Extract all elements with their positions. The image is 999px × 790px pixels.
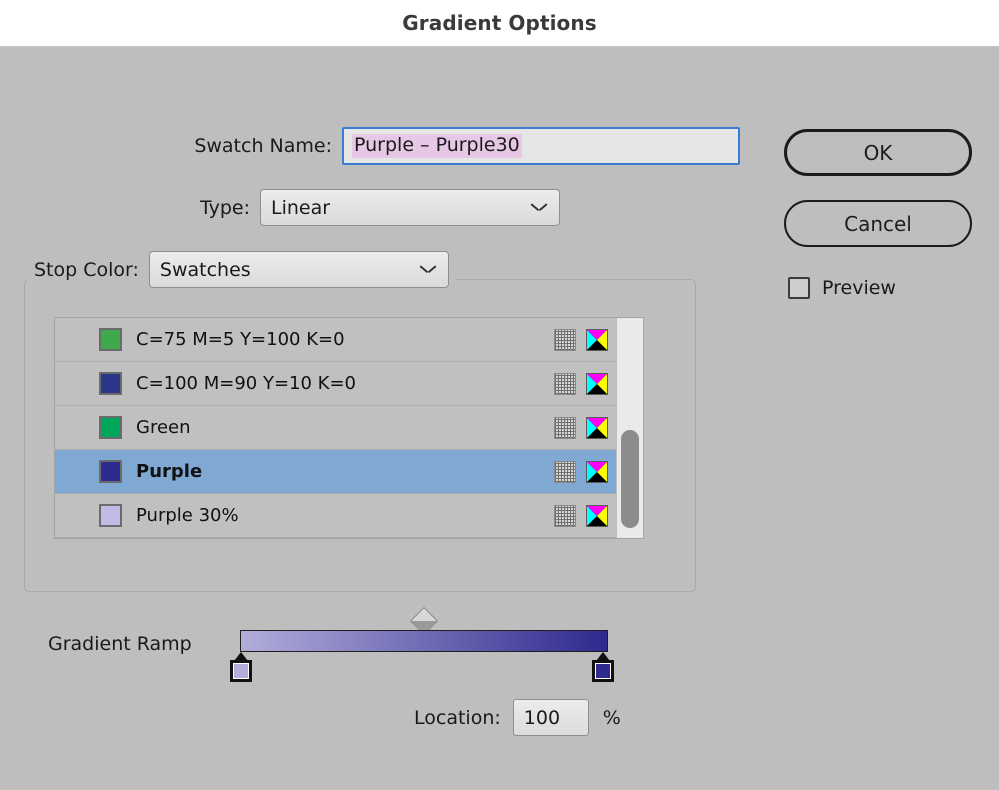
swatch-color-chip <box>99 460 122 483</box>
stop-swatch <box>592 660 614 682</box>
cmyk-icon <box>586 328 608 351</box>
gradient-stop-start[interactable] <box>230 652 252 684</box>
cmyk-icon <box>586 416 608 439</box>
chevron-down-icon <box>420 265 436 274</box>
swatch-color-chip <box>99 504 122 527</box>
halftone-icon <box>554 372 576 395</box>
type-label: Type: <box>199 196 250 219</box>
halftone-icon <box>554 460 576 483</box>
swatch-list-item[interactable]: Purple 30% <box>55 494 616 538</box>
swatch-list[interactable]: C=75 M=5 Y=100 K=0 C=100 M=90 Y=10 K=0 Gre… <box>54 317 644 539</box>
halftone-icon <box>554 504 576 527</box>
swatch-color-chip <box>99 416 122 439</box>
swatch-list-scrollbar[interactable] <box>616 318 643 538</box>
swatch-color-chip <box>99 372 122 395</box>
dialog-titlebar: Gradient Options <box>0 0 999 47</box>
swatch-color-chip <box>99 328 122 351</box>
cmyk-icon <box>586 372 608 395</box>
gradient-ramp[interactable] <box>230 606 614 682</box>
halftone-icon <box>554 328 576 351</box>
swatch-list-item[interactable]: C=75 M=5 Y=100 K=0 <box>55 318 616 362</box>
stop-color-select[interactable]: Swatches <box>148 251 449 288</box>
swatch-name-value: Purple – Purple30 <box>352 133 522 159</box>
location-row: Location: 100 % <box>414 699 621 736</box>
type-row: Type: Linear <box>0 189 560 226</box>
page-title: Gradient Options <box>402 11 597 35</box>
swatch-list-item[interactable]: Purple <box>55 450 616 494</box>
type-select[interactable]: Linear <box>260 189 560 226</box>
location-label: Location: <box>414 706 501 729</box>
swatch-name-text: Green <box>136 417 191 438</box>
location-value: 100 <box>523 706 561 729</box>
stop-color-row: Stop Color: Swatches <box>28 251 455 288</box>
stop-color-select-value: Swatches <box>159 258 251 281</box>
ok-button[interactable]: OK <box>784 129 972 176</box>
location-unit-label: % <box>602 706 621 729</box>
swatch-name-text: Purple <box>136 461 203 482</box>
stop-swatch <box>230 660 252 682</box>
swatch-name-row: Swatch Name: Purple – Purple30 <box>0 127 740 165</box>
dialog-body: Swatch Name: Purple – Purple30 Type: Lin… <box>0 47 999 790</box>
swatch-name-text: C=75 M=5 Y=100 K=0 <box>136 329 345 350</box>
swatch-list-rows: C=75 M=5 Y=100 K=0 C=100 M=90 Y=10 K=0 Gre… <box>55 318 616 538</box>
cmyk-icon <box>586 460 608 483</box>
gradient-stop-end[interactable] <box>592 652 614 684</box>
preview-checkbox[interactable] <box>788 277 810 299</box>
gradient-ramp-label: Gradient Ramp <box>48 633 192 655</box>
cmyk-icon <box>586 504 608 527</box>
preview-label: Preview <box>822 277 896 299</box>
scrollbar-thumb[interactable] <box>621 430 639 528</box>
stop-color-label: Stop Color: <box>34 258 139 281</box>
location-input[interactable]: 100 <box>512 699 589 736</box>
swatch-name-label: Swatch Name: <box>194 135 332 157</box>
swatch-list-item[interactable]: C=100 M=90 Y=10 K=0 <box>55 362 616 406</box>
swatch-list-item[interactable]: Green <box>55 406 616 450</box>
preview-row[interactable]: Preview <box>788 277 896 299</box>
chevron-down-icon <box>531 203 547 212</box>
halftone-icon <box>554 416 576 439</box>
cancel-button[interactable]: Cancel <box>784 200 972 247</box>
gradient-ramp-bar[interactable] <box>240 630 608 652</box>
swatch-name-input[interactable]: Purple – Purple30 <box>342 127 740 165</box>
type-select-value: Linear <box>271 196 331 219</box>
swatch-name-text: C=100 M=90 Y=10 K=0 <box>136 373 357 394</box>
swatch-name-text: Purple 30% <box>136 505 239 526</box>
